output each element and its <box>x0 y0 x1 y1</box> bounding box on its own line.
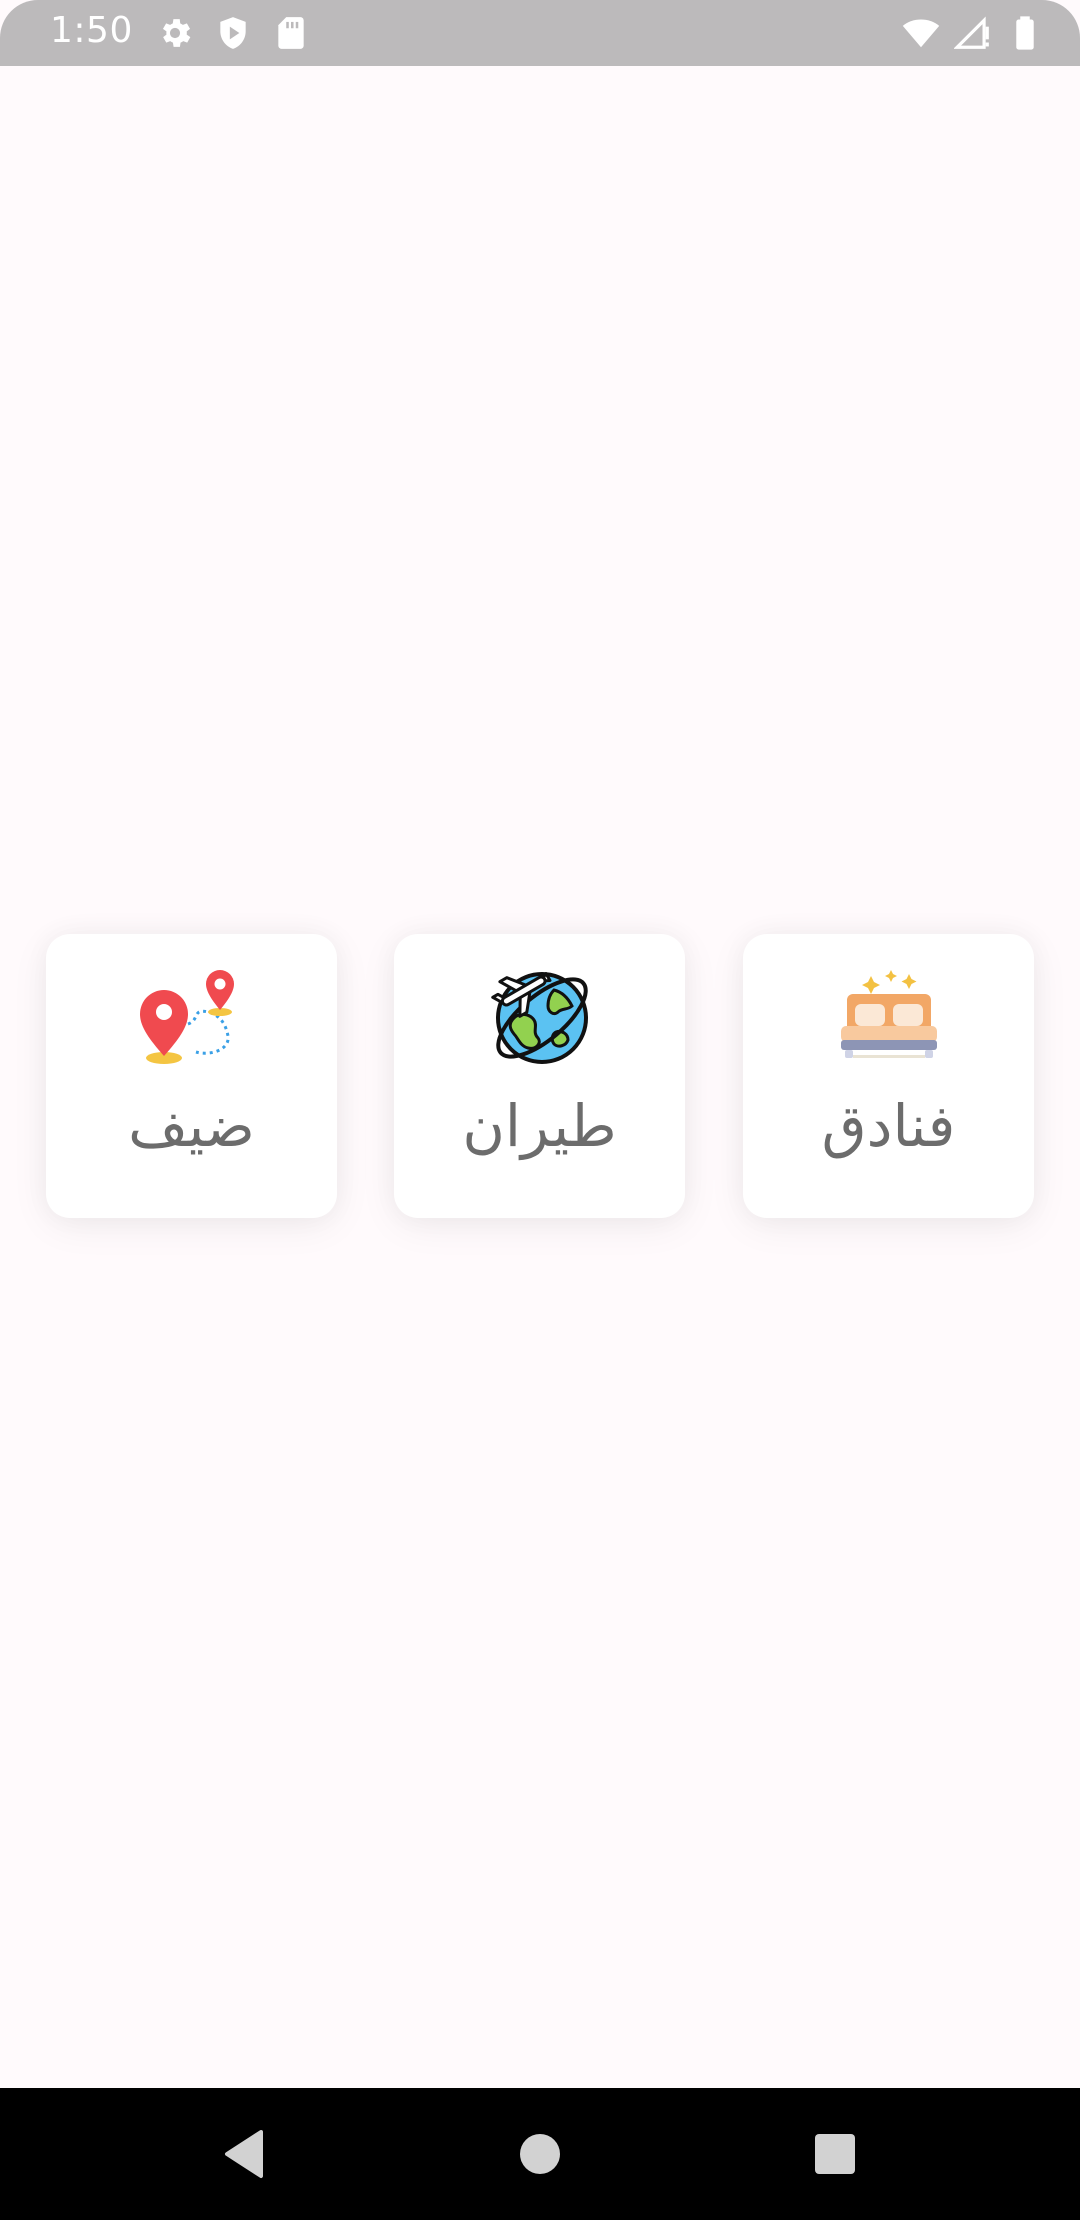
hotels-card[interactable]: فنادق <box>743 934 1034 1218</box>
hotels-label: فنادق <box>821 1092 956 1160</box>
navigation-bar <box>0 2088 1080 2220</box>
flights-card[interactable]: طيران <box>394 934 685 1218</box>
globe-airplane-icon <box>490 972 588 1064</box>
settings-icon <box>162 19 191 47</box>
hotel-bed-icon <box>840 970 937 1058</box>
guest-label: ضيف <box>128 1092 255 1160</box>
shield-icon <box>220 17 246 49</box>
status-bar: 1:50 <box>0 0 1080 66</box>
recents-button[interactable] <box>775 2088 895 2220</box>
home-icon <box>520 2134 560 2174</box>
status-icons-right <box>902 14 1044 52</box>
wifi-icon <box>902 19 940 48</box>
status-icons-left <box>156 14 310 52</box>
guest-card[interactable]: ضيف <box>46 934 337 1218</box>
sd-card-icon <box>278 17 304 49</box>
flights-label: طيران <box>462 1092 617 1160</box>
back-button[interactable] <box>184 2088 304 2220</box>
status-time: 1:50 <box>50 10 133 51</box>
recents-icon <box>815 2134 855 2174</box>
home-button[interactable] <box>480 2088 600 2220</box>
back-icon <box>225 2130 263 2178</box>
map-pins-route-icon <box>139 970 234 1064</box>
app-screen: 1:50 فنادق طيران ضيف <box>0 0 1080 2220</box>
signal-icon <box>954 16 989 49</box>
battery-icon <box>1016 16 1034 50</box>
category-cards: فنادق طيران ضيف <box>0 934 1080 1218</box>
